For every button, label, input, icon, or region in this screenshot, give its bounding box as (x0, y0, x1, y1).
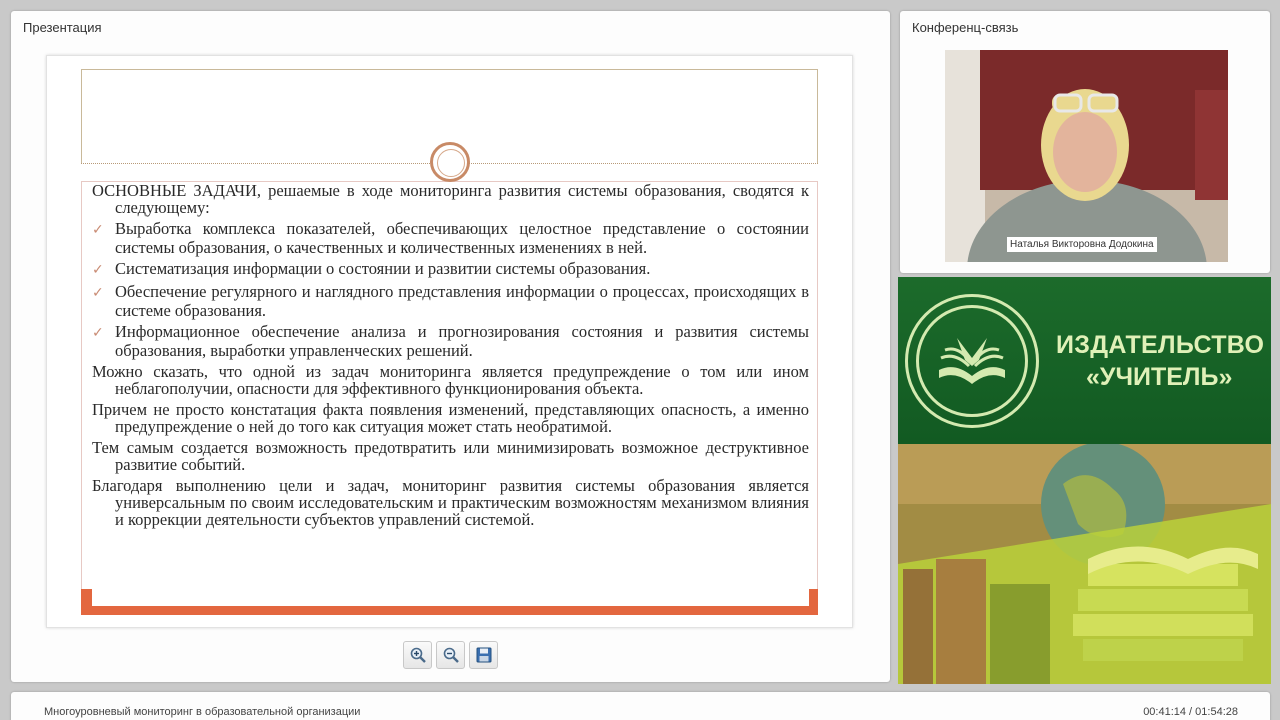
books-globe-illustration (898, 444, 1271, 684)
slide-paragraph: Можно сказать, что одной из задач монито… (92, 362, 809, 398)
zoom-in-icon (410, 647, 426, 663)
checkmark-icon: ✓ (92, 285, 104, 301)
zoom-in-button[interactable] (403, 641, 432, 669)
speaker-name-label: Наталья Викторовна Додокина (1007, 237, 1157, 252)
slide-intro: ОСНОВНЫЕ ЗАДАЧИ, решаемые в ходе монитор… (92, 182, 809, 216)
publisher-banner: ИЗДАТЕЛЬСТВО «УЧИТЕЛЬ» (898, 277, 1271, 444)
checkmark-icon: ✓ (92, 222, 104, 238)
publisher-logo-inner (916, 305, 1028, 417)
slide: ОСНОВНЫЕ ЗАДАЧИ, решаемые в ходе монитор… (46, 55, 853, 628)
webinar-title: Многоуровневый мониторинг в образователь… (44, 706, 361, 718)
presentation-panel-title: Презентация (23, 20, 102, 35)
checkmark-icon: ✓ (92, 262, 104, 278)
slide-paragraph: Благодаря выполнению цели и задач, монит… (92, 476, 809, 529)
speaker-video[interactable]: Наталья Викторовна Додокина (945, 50, 1228, 262)
conference-panel: Конференц-связь Наталья Викторовна Додок… (900, 11, 1270, 273)
slide-toolbar (403, 641, 498, 669)
open-book-icon (939, 338, 1005, 384)
publisher-name-line1: ИЗДАТЕЛЬСТВО (1056, 331, 1265, 359)
slide-text: ОСНОВНЫЕ ЗАДАЧИ, решаемые в ходе монитор… (92, 182, 809, 606)
zoom-out-icon (443, 647, 459, 663)
publisher-logo (905, 294, 1039, 428)
zoom-out-button[interactable] (436, 641, 465, 669)
slide-paragraph: Причем не просто констатация факта появл… (92, 400, 809, 436)
checkmark-icon: ✓ (92, 325, 104, 341)
publisher-name-line2: «УЧИТЕЛЬ» (1086, 363, 1233, 391)
slide-bullet: ✓ Выработка комплекса показателей, обеспе… (92, 219, 809, 257)
slide-paragraph: Тем самым создается возможность предотвр… (92, 438, 809, 474)
presentation-panel: Презентация ОСНОВНЫЕ ЗАДАЧИ, решаемые в … (11, 11, 890, 682)
slide-ring-ornament (430, 142, 470, 182)
slide-bullet: ✓ Систематизация информации о состоянии и… (92, 259, 651, 278)
bottom-bar: Многоуровневый мониторинг в образователь… (11, 692, 1270, 720)
save-button[interactable] (469, 641, 498, 669)
slide-bullet-list: ✓ Выработка комплекса показателей, обеспе… (92, 220, 809, 359)
books-globe-image (898, 444, 1271, 684)
slide-bullet: ✓ Информационное обеспечение анализа и пр… (92, 322, 809, 360)
playback-time: 00:41:14 / 01:54:28 (1143, 706, 1238, 718)
speaker-video-frame (945, 50, 1228, 262)
conference-panel-title: Конференц-связь (912, 20, 1019, 35)
slide-bullet: ✓ Обеспечение регулярного и наглядного пр… (92, 282, 809, 320)
floppy-disk-icon (476, 647, 491, 663)
